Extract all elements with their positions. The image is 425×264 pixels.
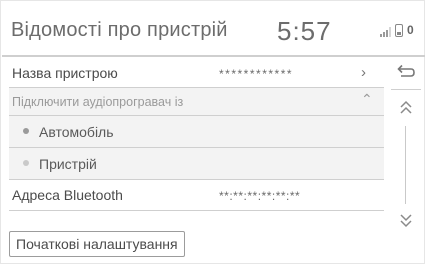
clock: 5:57 (277, 16, 332, 46)
device-name-value: ************ (219, 67, 294, 81)
device-name-row[interactable]: Назва пристрою ************ › (9, 58, 384, 88)
option-device-row[interactable]: Пристрій (9, 148, 384, 180)
chevron-right-icon: › (361, 64, 366, 81)
device-name-label: Назва пристрою (12, 65, 118, 81)
chevron-up-icon: ⌃ (361, 91, 373, 107)
double-chevron-down-icon[interactable] (396, 210, 416, 230)
reset-settings-button[interactable]: Початкові налаштування (9, 231, 185, 257)
back-arrow-icon[interactable] (393, 60, 419, 86)
header-bar: Відомості про пристрій 5:57 0 (2, 2, 425, 57)
bluetooth-address-label: Адреса Bluetooth (12, 187, 123, 203)
bluetooth-address-row: Адреса Bluetooth **:**:**:**:**:** (9, 180, 384, 211)
double-chevron-up-icon[interactable] (396, 98, 416, 118)
status-icons: 0 (380, 23, 414, 37)
scrollbar-track[interactable] (405, 126, 406, 204)
status-count: 0 (407, 23, 414, 37)
settings-list: Назва пристрою ************ › Підключити… (9, 58, 384, 211)
bluetooth-address-value: **:**:**:**:**:** (219, 189, 301, 203)
connect-player-row[interactable]: Підключити аудіопрогравач із ⌃ (9, 88, 384, 116)
page-title: Відомості про пристрій (11, 19, 228, 41)
option-car-row[interactable]: Автомобіль (9, 116, 384, 148)
option-device-label: Пристрій (39, 156, 97, 172)
signal-strength-icon (380, 25, 391, 37)
option-car-label: Автомобіль (39, 124, 114, 140)
selected-indicator-icon (23, 128, 29, 134)
connect-player-label: Підключити аудіопрогравач із (12, 95, 184, 109)
side-divider (391, 89, 421, 90)
unselected-indicator-icon (23, 160, 29, 166)
side-controls (387, 58, 425, 233)
device-info-screen: Відомості про пристрій 5:57 0 Назва прис… (0, 0, 425, 264)
phone-battery-icon (395, 24, 403, 37)
